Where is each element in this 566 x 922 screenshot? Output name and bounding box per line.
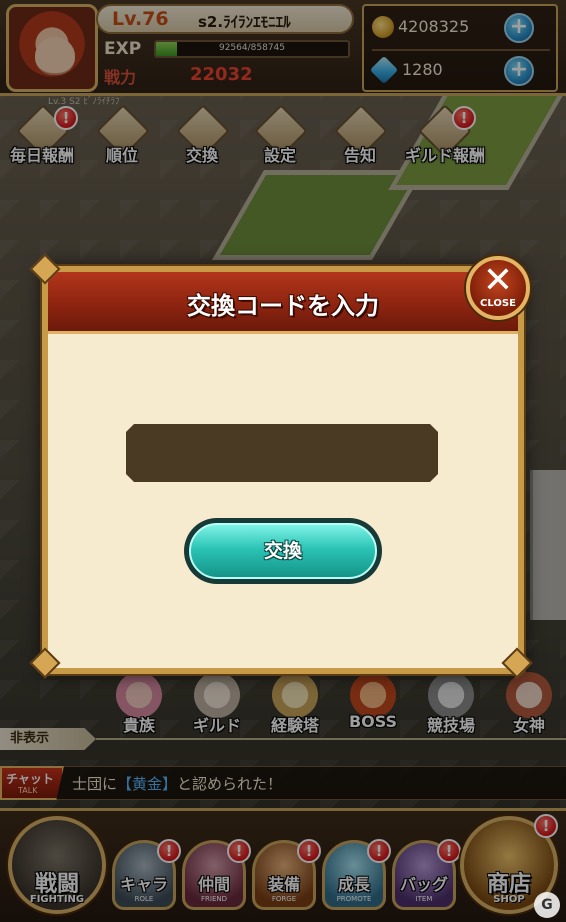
watermark-logo: G xyxy=(534,892,560,918)
close-icon: ✕ xyxy=(482,260,514,301)
dialog-header: 交換コードを入力 xyxy=(48,272,518,334)
close-label: CLOSE xyxy=(480,298,516,309)
exchange-submit-label: 交換 xyxy=(189,523,377,579)
dialog-title: 交換コードを入力 xyxy=(187,292,379,320)
exchange-code-input[interactable] xyxy=(126,424,438,482)
exchange-submit-button[interactable]: 交換 xyxy=(184,518,382,584)
close-button[interactable]: ✕ CLOSE xyxy=(466,256,530,320)
